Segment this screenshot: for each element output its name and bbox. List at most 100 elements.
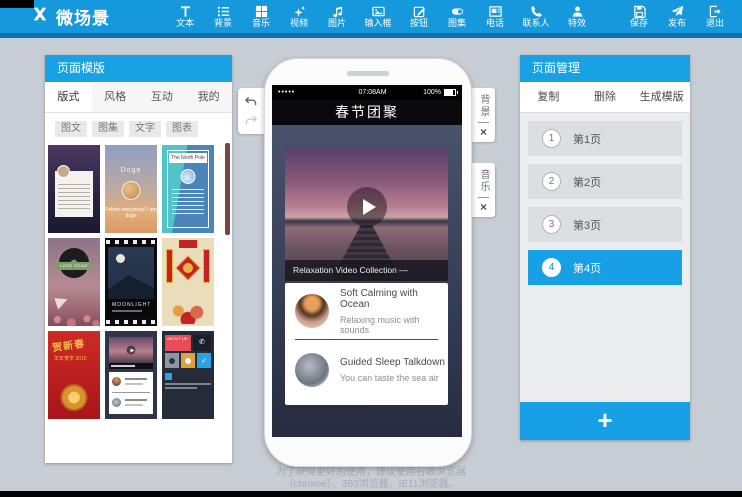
toolbar-item-background[interactable]: 背景	[204, 0, 242, 33]
avatar	[57, 165, 70, 178]
template-thumb-avatar-quote[interactable]	[48, 145, 100, 233]
toolbar-item-music[interactable]: 音乐	[242, 0, 280, 33]
status-bar: ••••• 07:08AM 100%	[272, 85, 462, 100]
editor-app: 微场景 文本 背景 音乐 视频 图片	[0, 0, 742, 497]
page-item-3[interactable]: 3 第3页	[528, 207, 682, 242]
toolbar-item-effects[interactable]: 特效	[558, 0, 596, 33]
page-title[interactable]: 春节团聚	[272, 100, 462, 125]
exit-icon	[709, 5, 722, 18]
avatar	[122, 181, 141, 200]
save-button[interactable]: 保存	[620, 0, 658, 33]
toolbar-item-contacts[interactable]: 联系人	[514, 0, 558, 33]
pages-list: 1 第1页 2 第2页 3 第3页 4 第4页	[520, 113, 690, 301]
toolbar-item-phone-call[interactable]: 电话	[476, 0, 514, 33]
pages-panel: 页面管理 复制 删除 生成模版 1 第1页 2 第2页 3 第3页 4 第4页	[520, 55, 690, 440]
status-battery: 100%	[423, 89, 456, 96]
browser-hint: 为了获得更好的使用，建议使用谷歌浏览器 （chrome）、360浏览器、IE11…	[0, 467, 742, 491]
pages-actions: 复制 删除 生成模版	[520, 82, 690, 113]
page-item-4-selected[interactable]: 4 第4页	[528, 250, 682, 285]
phone-screen[interactable]: ••••• 07:08AM 100% 春节团聚 Relaxation Video…	[272, 85, 462, 437]
toolbar-item-button[interactable]: 按钮	[400, 0, 438, 33]
toolbar-item-gallery[interactable]: 图集	[438, 0, 476, 33]
template-thumb-video-collection[interactable]	[105, 331, 157, 419]
playlist-card: Soft Calming with Ocean Relaxing music w…	[285, 283, 448, 405]
toolbar-item-input-box[interactable]: 输入框	[356, 0, 400, 33]
close-icon[interactable]: ×	[480, 127, 487, 137]
template-thumb-doge[interactable]: Doge Fellow everybody! I am doge	[105, 145, 157, 233]
app-logo: 微场景	[30, 0, 110, 33]
add-page-button[interactable]: +	[520, 402, 690, 440]
screen-artifact-bottom	[0, 491, 742, 497]
templates-tabs: 版式 风格 互动 我的	[45, 82, 232, 113]
signal-dots: •••••	[278, 89, 322, 96]
template-thumb-hexinchun[interactable]: 贺新春 羊年贺岁 2015	[48, 331, 100, 419]
phone-icon	[530, 5, 543, 18]
play-button[interactable]	[347, 187, 387, 227]
video-player[interactable]: Relaxation Video Collection —	[285, 148, 448, 281]
battery-icon	[444, 89, 456, 96]
templates-panel: 页面模版 版式 风格 互动 我的 图文 图集 文字 图表 Doge Fellow…	[45, 55, 232, 463]
template-thumb-love-song[interactable]: LOVE SONG	[48, 238, 100, 326]
page-item-1[interactable]: 1 第1页	[528, 121, 682, 156]
toolbar-shadow-strip	[0, 33, 742, 38]
template-thumb-moonlight[interactable]: MOONLIGHT	[105, 238, 157, 326]
play-icon	[127, 346, 136, 355]
text-icon	[179, 5, 192, 18]
tab-mine[interactable]: 我的	[185, 82, 232, 112]
toolbar-item-image[interactable]: 图片	[318, 0, 356, 33]
tab-interactive[interactable]: 互动	[139, 82, 186, 112]
page-number-badge: 1	[542, 129, 561, 148]
tab-style[interactable]: 风格	[92, 82, 139, 112]
close-icon[interactable]: ×	[480, 202, 487, 212]
save-icon	[633, 5, 646, 18]
pages-panel-title: 页面管理	[520, 55, 690, 82]
toolbar-item-text[interactable]: 文本	[166, 0, 204, 33]
music-note-icon	[331, 5, 344, 18]
template-thumb-tiles[interactable]: ABOUT US ✆ ✓	[162, 331, 214, 419]
templates-scrollbar[interactable]	[225, 143, 230, 235]
list-icon	[217, 5, 230, 18]
filter-chip-imagetext[interactable]: 图文	[55, 121, 87, 137]
publish-button[interactable]: 发布	[658, 0, 696, 33]
toolbar-insert-group: 文本 背景 音乐 视频 图片 输入框	[166, 0, 596, 33]
page-content: Relaxation Video Collection — Soft Calmi…	[272, 125, 462, 437]
video-caption: Relaxation Video Collection —	[285, 260, 448, 281]
list-item-thumb	[295, 294, 329, 328]
delete-page-button[interactable]: 删除	[577, 82, 634, 112]
tab-layout[interactable]: 版式	[45, 82, 92, 112]
music-layer-tab[interactable]: 音乐 ×	[472, 163, 495, 217]
check-icon: ✓	[197, 353, 211, 368]
divider	[478, 122, 489, 123]
phone-speaker	[347, 71, 389, 76]
app-title: 微场景	[56, 4, 110, 29]
redo-icon[interactable]	[244, 115, 258, 126]
sparkle-icon	[293, 5, 306, 18]
filter-chip-gallery[interactable]: 图集	[92, 121, 124, 137]
avatar	[181, 169, 196, 184]
image-icon	[372, 5, 385, 18]
phone-tile: ✆	[193, 335, 211, 351]
undo-icon[interactable]	[244, 96, 258, 107]
background-layer-tab[interactable]: 背景 ×	[472, 88, 495, 142]
moon	[116, 254, 125, 263]
templates-filters: 图文 图集 文字 图表	[45, 113, 232, 137]
page-number-badge: 4	[542, 258, 561, 277]
filter-chip-chart[interactable]: 图表	[166, 121, 198, 137]
page-item-2[interactable]: 2 第2页	[528, 164, 682, 199]
photo-frame-icon	[489, 5, 502, 18]
page-number-badge: 3	[542, 215, 561, 234]
edit-icon	[413, 5, 426, 18]
top-toolbar: 微场景 文本 背景 音乐 视频 图片	[0, 0, 742, 33]
template-thumb-north-pole[interactable]: The North Pole	[162, 145, 214, 233]
template-thumb-new-year-fu[interactable]	[162, 238, 214, 326]
list-item-thumb	[295, 353, 329, 387]
status-time: 07:08AM	[322, 89, 423, 96]
list-item[interactable]: Soft Calming with Ocean Relaxing music w…	[285, 283, 448, 339]
make-template-button[interactable]: 生成模版	[633, 82, 690, 112]
filter-chip-text[interactable]: 文字	[129, 121, 161, 137]
undo-redo-box	[238, 88, 264, 134]
copy-page-button[interactable]: 复制	[520, 82, 577, 112]
exit-button[interactable]: 退出	[696, 0, 734, 33]
toolbar-item-video[interactable]: 视频	[280, 0, 318, 33]
list-item[interactable]: Guided Sleep Talkdown You can taste the …	[285, 340, 448, 400]
